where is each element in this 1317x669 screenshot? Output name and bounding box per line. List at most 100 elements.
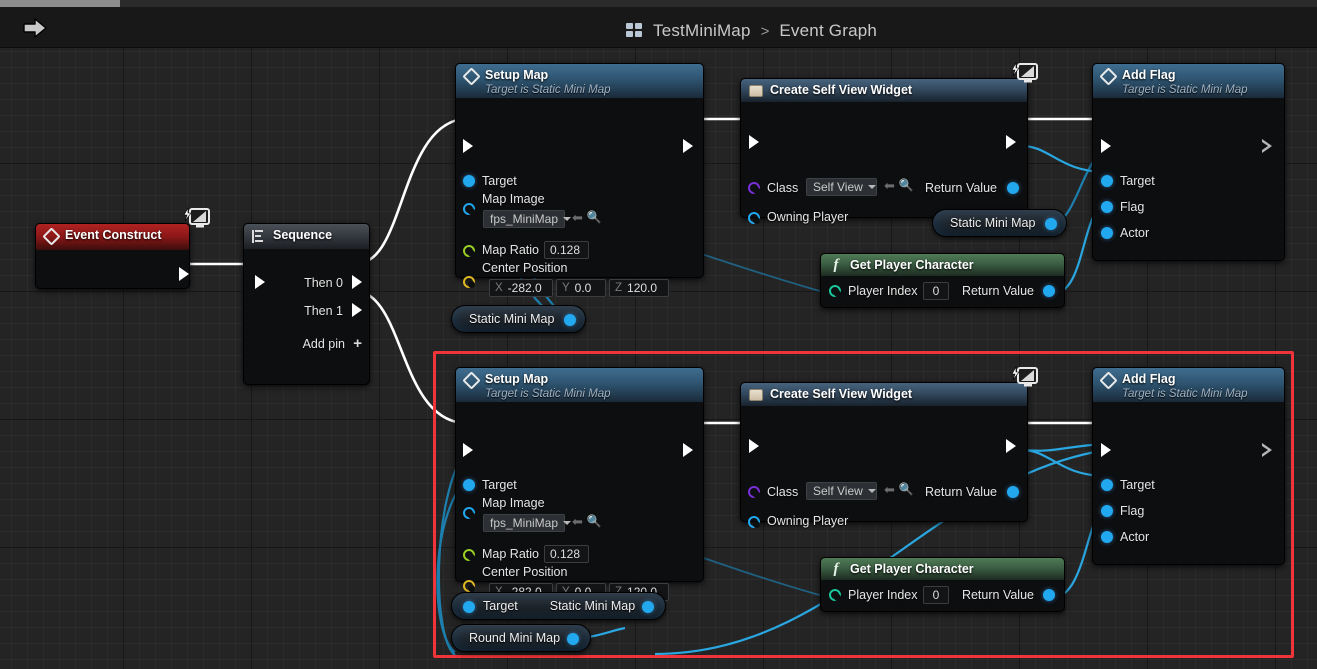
class-tools[interactable]: ⬅ 🔍 [884,483,914,497]
node-get-static-mini-map-top[interactable]: Static Mini Map [451,305,586,333]
pin-actor-label: Actor [1120,530,1150,544]
exec-out-pin[interactable] [683,443,696,458]
breadcrumb-asset-name[interactable]: TestMiniMap [653,21,751,41]
map-ratio-value-field[interactable]: 0.128 [544,545,589,563]
horizontal-scrollbar-track[interactable] [0,0,1317,7]
browse-back-icon[interactable]: ⬅ [572,211,583,224]
center-x-field[interactable]: X -282.0 [489,279,553,297]
pin-flag[interactable] [1101,505,1113,517]
center-z-field[interactable]: Z 120.0 [609,279,669,297]
node-get-round-mini-map[interactable]: Round Mini Map [451,624,591,652]
node-create-self-view-widget-top[interactable]: Create Self View Widget Class Self View … [740,61,1038,224]
node-body: Player Index 0 Return Value [821,276,1064,309]
browse-back-icon[interactable]: ⬅ [884,483,895,496]
pin-out-object[interactable] [1045,218,1057,230]
exec-in-pin[interactable] [463,139,476,154]
chevron-down-icon [563,217,572,221]
exec-in-pin[interactable] [255,275,268,290]
map-image-dropdown[interactable]: fps_MiniMap [483,210,572,228]
pin-out-object[interactable] [567,633,579,645]
search-icon[interactable]: 🔍 [899,179,914,192]
exec-out-pin[interactable] [1262,139,1275,154]
target-label: Target [483,599,518,613]
pin-return-value[interactable] [1043,285,1055,297]
pin-map-ratio[interactable] [463,245,475,257]
exec-out-pin[interactable] [683,139,696,154]
node-add-flag-bottom[interactable]: Add Flag Target is Static Mini Map Targe… [1092,367,1285,565]
node-setup-map-top[interactable]: Setup Map Target is Static Mini Map Targ… [455,63,704,297]
breadcrumb-graph-name[interactable]: Event Graph [779,21,877,41]
forward-arrow-icon[interactable] [22,17,48,39]
pin-target[interactable] [1101,479,1113,491]
browse-back-icon[interactable]: ⬅ [884,179,895,192]
pin-map-ratio[interactable] [463,549,475,561]
pin-player-index[interactable] [829,589,841,601]
pin-out-object[interactable] [642,601,654,613]
exec-out-pin[interactable] [1262,443,1275,458]
pin-target[interactable] [463,175,475,187]
sequence-icon [252,230,266,243]
pin-class[interactable] [748,182,760,194]
exec-in-pin[interactable] [1101,443,1114,458]
pin-target[interactable] [1101,175,1113,187]
horizontal-scrollbar-thumb[interactable] [0,0,120,7]
center-y-field[interactable]: Y 0.0 [556,279,606,297]
pin-in-target[interactable] [463,601,475,613]
pin-out-object[interactable] [564,314,576,326]
pin-target[interactable] [463,479,475,491]
pin-owning-player[interactable] [748,212,760,224]
class-dropdown[interactable]: Self View [806,482,877,500]
event-graph-canvas[interactable]: Event Construct Sequence Then 0 Then 1 A… [0,48,1317,669]
exec-out-pin[interactable] [179,267,192,282]
node-get-player-character-top[interactable]: f Get Player Character Player Index 0 Re… [820,253,1065,308]
add-pin-label[interactable]: Add pin [303,337,345,351]
class-tools[interactable]: ⬅ 🔍 [884,179,914,193]
exec-out-pin-then-1[interactable] [352,303,365,318]
exec-in-pin[interactable] [749,135,762,150]
search-icon[interactable]: 🔍 [587,211,602,224]
exec-out-pin[interactable] [1006,135,1019,150]
pin-map-image[interactable] [463,203,475,215]
node-title: Get Player Character [850,561,974,576]
class-dropdown[interactable]: Self View [806,178,877,196]
player-index-field[interactable]: 0 [923,282,949,300]
map-image-tools[interactable]: ⬅ 🔍 [572,515,602,529]
node-create-self-view-widget-bottom[interactable]: Create Self View Widget Class Self View … [740,365,1038,528]
node-header: Add Flag Target is Static Mini Map [1093,64,1284,98]
widget-icon [749,84,763,97]
player-index-field[interactable]: 0 [923,586,949,604]
pin-owning-player[interactable] [748,516,760,528]
node-static-mini-map-target[interactable]: Target Static Mini Map [451,592,666,620]
exec-out-pin[interactable] [1006,439,1019,454]
pin-actor[interactable] [1101,531,1113,543]
browse-back-icon[interactable]: ⬅ [572,515,583,528]
pin-flag[interactable] [1101,201,1113,213]
pin-center-position[interactable] [463,276,475,288]
exec-out-pin-then-0[interactable] [352,275,365,290]
node-event-construct[interactable]: Event Construct [35,206,210,289]
pin-actor[interactable] [1101,227,1113,239]
pin-map-image-label: Map Image [482,496,545,510]
search-icon[interactable]: 🔍 [587,515,602,528]
node-add-flag-top[interactable]: Add Flag Target is Static Mini Map Targe… [1092,63,1285,261]
node-get-player-character-bottom[interactable]: f Get Player Character Player Index 0 Re… [820,557,1065,612]
pin-map-image[interactable] [463,507,475,519]
pin-return-value[interactable] [1007,182,1019,194]
search-icon[interactable]: 🔍 [899,483,914,496]
exec-in-pin[interactable] [749,439,762,454]
pin-class[interactable] [748,486,760,498]
node-sequence[interactable]: Sequence Then 0 Then 1 Add pin + [243,223,370,385]
node-setup-map-bottom[interactable]: Setup Map Target is Static Mini Map Targ… [455,367,704,601]
pin-return-value[interactable] [1043,589,1055,601]
map-image-tools[interactable]: ⬅ 🔍 [572,211,602,225]
exec-in-pin[interactable] [1101,139,1114,154]
pin-player-index[interactable] [829,285,841,297]
pin-center-position[interactable] [463,580,475,592]
map-image-dropdown[interactable]: fps_MiniMap [483,514,572,532]
exec-in-pin[interactable] [463,443,476,458]
add-pin-plus-icon[interactable]: + [353,336,362,351]
map-ratio-value-field[interactable]: 0.128 [544,241,589,259]
function-icon: f [833,560,839,577]
node-get-static-mini-map-mid[interactable]: Static Mini Map [932,209,1067,237]
pin-return-value[interactable] [1007,486,1019,498]
